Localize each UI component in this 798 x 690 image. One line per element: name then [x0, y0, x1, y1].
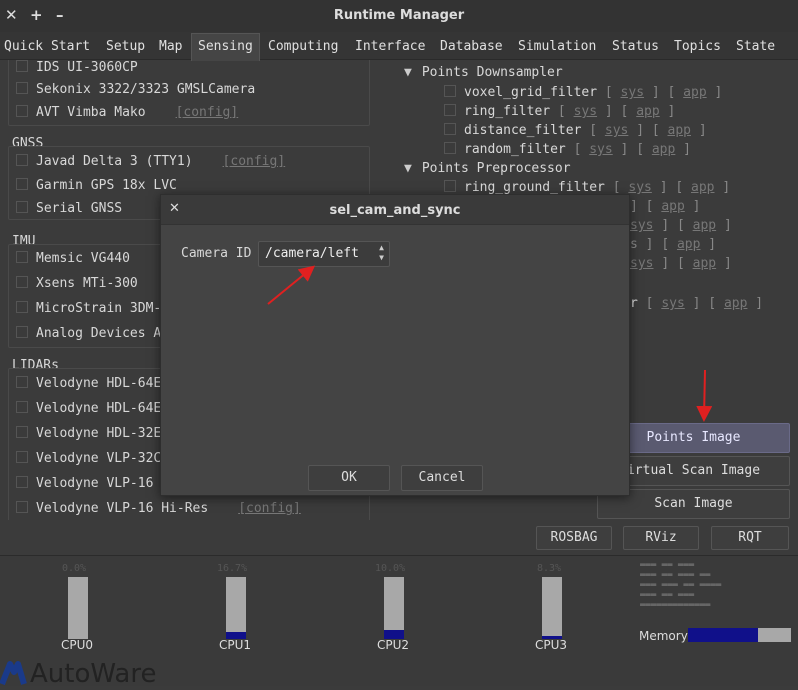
arrow-to-points-image: [696, 369, 713, 422]
arrow-to-camera-id: [267, 265, 316, 305]
annotation-arrows: [267, 265, 713, 422]
